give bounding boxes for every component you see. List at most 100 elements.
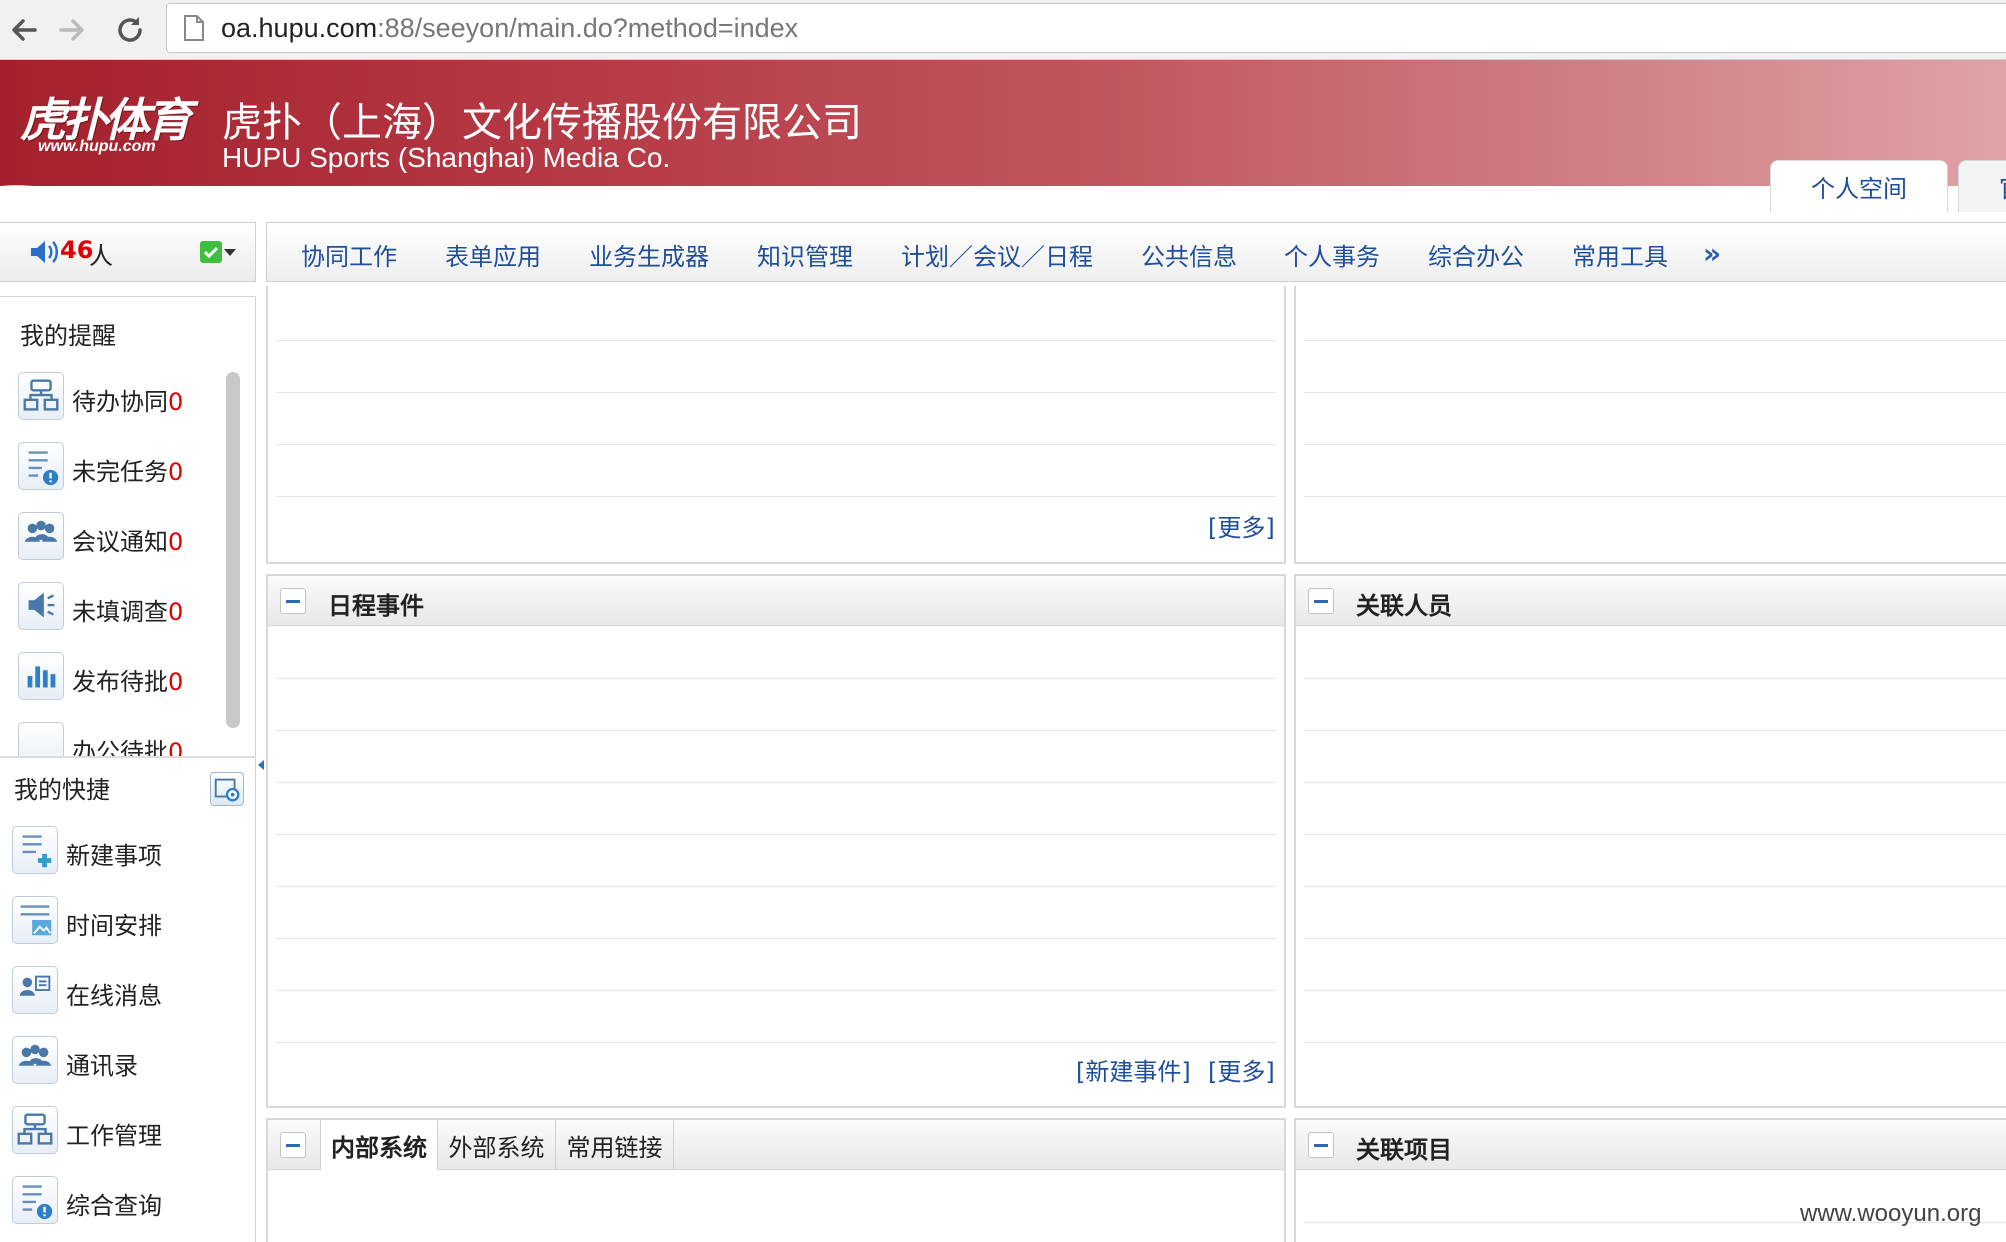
company-name-en: HUPU Sports (Shanghai) Media Co. <box>222 142 671 173</box>
portlet-body: [更多] <box>276 286 1276 554</box>
row-divider <box>1304 1042 2006 1043</box>
row-divider <box>276 886 1276 887</box>
more-link[interactable]: [更多] <box>1208 508 1275 543</box>
online-users[interactable]: 46 人 <box>0 222 256 282</box>
menu-item-personal-affairs[interactable]: 个人事务 <box>1284 237 1380 272</box>
portlet-related-people: 关联人员 <box>1294 574 2006 1108</box>
portlet-top-left: [更多] <box>266 286 1286 564</box>
menu-item-common-tools[interactable]: 常用工具 <box>1572 237 1668 272</box>
company-name-cn: 虎扑（上海）文化传播股份有限公司 <box>222 100 862 146</box>
hupu-logo[interactable]: 虎扑体育 www.hupu.com <box>20 84 210 155</box>
forward-button[interactable] <box>50 8 94 52</box>
logo-url: www.hupu.com <box>38 138 156 155</box>
reminders-heading: 我的提醒 <box>20 322 116 350</box>
menu-more-chevron-icon[interactable]: » <box>1703 237 1721 270</box>
back-arrow-icon <box>12 19 37 41</box>
sidebar-scrollbar[interactable] <box>226 372 240 728</box>
quick-contacts[interactable]: 通讯录 <box>12 1036 232 1090</box>
portlet-header: 关联项目 <box>1296 1120 2006 1170</box>
quick-label: 新建事项 <box>66 842 162 870</box>
reminder-meeting-notice[interactable]: 会议通知0 <box>18 512 238 566</box>
row-divider <box>276 496 1276 497</box>
address-bar[interactable]: oa.hupu.com:88/seeyon/main.do?method=ind… <box>166 3 2006 53</box>
minimize-icon[interactable] <box>280 588 306 614</box>
url-text[interactable]: oa.hupu.com:88/seeyon/main.do?method=ind… <box>221 11 798 45</box>
reload-icon <box>118 17 142 42</box>
menu-item-public-info[interactable]: 公共信息 <box>1141 237 1237 272</box>
reminder-publish-approval[interactable]: 发布待批0 <box>18 652 238 706</box>
reminder-unfilled-survey[interactable]: 未填调查0 <box>18 582 238 636</box>
quick-label: 时间安排 <box>66 912 162 940</box>
checkmark-icon <box>203 246 219 259</box>
workflow-icon <box>18 372 64 420</box>
reminder-office-approval[interactable]: 办公待批0 <box>18 722 238 756</box>
quick-online-message[interactable]: 在线消息 <box>12 966 232 1020</box>
menu-item-knowledge[interactable]: 知识管理 <box>757 237 853 272</box>
quick-label: 通讯录 <box>66 1052 138 1080</box>
quick-label: 工作管理 <box>66 1122 162 1150</box>
row-divider <box>1304 340 2006 341</box>
new-item-icon <box>12 826 58 874</box>
row-divider <box>1304 782 2006 783</box>
menu-item-plan-meeting-schedule[interactable]: 计划／会议／日程 <box>901 237 1093 272</box>
minimize-icon[interactable] <box>280 1132 306 1158</box>
menu-item-general-office[interactable]: 综合办公 <box>1428 237 1524 272</box>
watermark: www.wooyun.org <box>1800 1200 1982 1227</box>
online-unit: 人 <box>89 242 113 270</box>
quick-label: 在线消息 <box>66 982 162 1010</box>
minimize-icon[interactable] <box>1308 1132 1334 1158</box>
row-divider <box>1304 938 2006 939</box>
quick-schedule[interactable]: 时间安排 <box>12 896 232 950</box>
reminder-pending-collab[interactable]: 待办协同0 <box>18 372 238 426</box>
row-divider <box>276 340 1276 341</box>
tab-personal-space[interactable]: 个人空间 <box>1770 160 1948 212</box>
row-divider <box>276 392 1276 393</box>
browser-toolbar: oa.hupu.com:88/seeyon/main.do?method=ind… <box>0 0 2006 60</box>
minimize-icon[interactable] <box>1308 588 1334 614</box>
portlet-title: 关联人员 <box>1356 592 1452 620</box>
row-divider <box>1304 990 2006 991</box>
quick-settings-icon[interactable] <box>210 772 244 806</box>
portlet-title: 日程事件 <box>328 592 424 620</box>
reload-button[interactable] <box>108 8 152 52</box>
row-divider <box>1304 496 2006 497</box>
speaker-icon <box>31 241 58 263</box>
row-divider <box>276 730 1276 731</box>
reminder-unfinished-task[interactable]: 未完任务0 <box>18 442 238 496</box>
row-divider <box>276 938 1276 939</box>
row-divider <box>1304 444 2006 445</box>
row-divider <box>276 444 1276 445</box>
chart-icon <box>18 652 64 700</box>
forward-arrow-icon <box>59 19 84 41</box>
tab-common-links[interactable]: 常用链接 <box>556 1120 674 1170</box>
row-divider <box>1304 886 2006 887</box>
collapse-sidebar-icon[interactable] <box>258 760 264 770</box>
new-event-link[interactable]: [新建事件] <box>1076 1052 1191 1087</box>
chevron-down-icon[interactable] <box>224 249 236 256</box>
portlet-header: 内部系统 外部系统 常用链接 <box>268 1120 1284 1170</box>
reminder-label: 会议通知0 <box>72 528 184 556</box>
menu-item-forms[interactable]: 表单应用 <box>445 237 541 272</box>
portlet-systems: 内部系统 外部系统 常用链接 <box>266 1118 1286 1242</box>
menu-item-collaboration[interactable]: 协同工作 <box>301 237 397 272</box>
quick-work-management[interactable]: 工作管理 <box>12 1106 232 1160</box>
query-icon <box>12 1176 58 1224</box>
url-host: oa.hupu.com <box>221 13 378 43</box>
quick-general-query[interactable]: 综合查询 <box>12 1176 232 1230</box>
quick-heading: 我的快捷 <box>14 776 110 804</box>
tab-next-space[interactable]: 官 <box>1958 160 2006 212</box>
portlet-body <box>1304 286 2006 554</box>
row-divider <box>276 990 1276 991</box>
portlet-title: 关联项目 <box>1356 1136 1452 1164</box>
reminder-clip: 办公待批0 <box>18 722 238 756</box>
online-status-icon[interactable] <box>200 241 222 263</box>
tab-internal-systems[interactable]: 内部系统 <box>320 1120 438 1170</box>
back-button[interactable] <box>2 8 46 52</box>
tab-external-systems[interactable]: 外部系统 <box>438 1120 556 1170</box>
sidebar-divider <box>0 756 256 758</box>
office-icon <box>18 722 64 756</box>
main-menu: 协同工作 表单应用 业务生成器 知识管理 计划／会议／日程 公共信息 个人事务 … <box>266 222 2006 282</box>
more-link[interactable]: [更多] <box>1208 1052 1275 1087</box>
menu-item-business-generator[interactable]: 业务生成器 <box>589 237 709 272</box>
quick-new-item[interactable]: 新建事项 <box>12 826 232 880</box>
